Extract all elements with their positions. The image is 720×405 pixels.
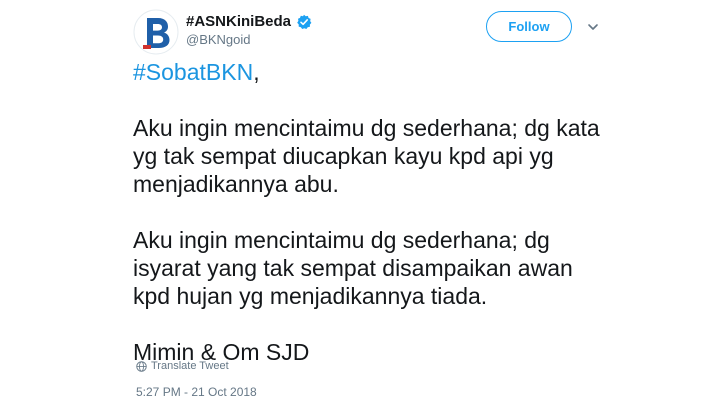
tweet-paragraph-2: Aku ingin mencintaimu dg sederhana; dg i… [133, 227, 573, 309]
hashtag-suffix: , [253, 59, 260, 85]
tweet-timestamp[interactable]: 5:27 PM - 21 Oct 2018 [136, 385, 257, 399]
user-handle[interactable]: @BKNgoid [186, 32, 251, 47]
avatar[interactable] [133, 9, 179, 55]
hashtag-line: #SobatBKN, [133, 58, 613, 86]
chevron-down-icon[interactable] [585, 19, 601, 35]
hashtag-link[interactable]: #SobatBKN [133, 59, 253, 85]
translate-tweet-link[interactable]: Translate Tweet [136, 360, 229, 372]
display-name-row[interactable]: #ASNKiniBeda [186, 13, 312, 30]
display-name[interactable]: #ASNKiniBeda [186, 13, 291, 30]
tweet-card: #ASNKiniBeda @BKNgoid Follow #SobatBKN, … [0, 0, 720, 405]
globe-icon [136, 360, 147, 372]
tweet-paragraph-1: Aku ingin mencintaimu dg sederhana; dg k… [133, 115, 600, 197]
follow-button[interactable]: Follow [486, 11, 572, 42]
bkn-logo-icon [133, 9, 179, 55]
verified-badge-icon [296, 14, 312, 30]
translate-label[interactable]: Translate Tweet [151, 360, 229, 372]
tweet-text: #SobatBKN, Aku ingin mencintaimu dg sede… [133, 58, 613, 366]
